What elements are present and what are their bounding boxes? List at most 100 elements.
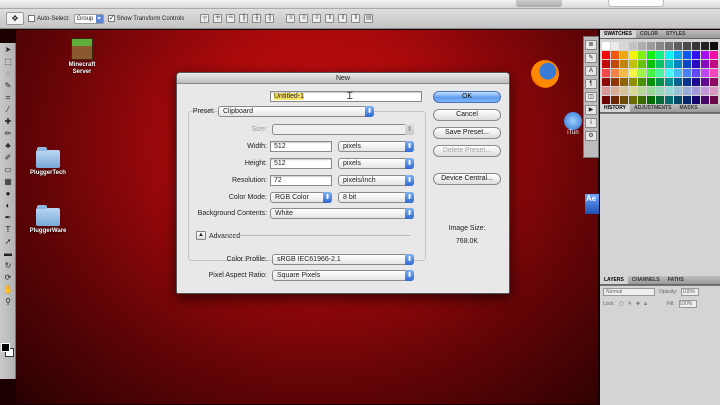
tab-styles[interactable]: STYLES bbox=[662, 30, 689, 38]
path-select-tool-icon[interactable]: ➚ bbox=[1, 236, 15, 247]
color-swatch[interactable] bbox=[710, 87, 718, 95]
color-swatch[interactable] bbox=[629, 96, 637, 104]
lock-transparent-icon[interactable]: ▢ bbox=[619, 301, 624, 307]
color-swatch[interactable] bbox=[647, 42, 655, 50]
desktop-icon-minecraft-server[interactable]: Minecraft Server bbox=[62, 38, 102, 76]
paragraph-panel-icon[interactable]: ¶ bbox=[585, 79, 597, 89]
brushes-panel-icon[interactable]: ✎ bbox=[585, 53, 597, 63]
color-swatch[interactable] bbox=[638, 96, 646, 104]
history-brush-tool-icon[interactable]: ✐ bbox=[1, 152, 15, 163]
color-swatch[interactable] bbox=[665, 78, 673, 86]
resolution-field[interactable]: 72 bbox=[270, 175, 332, 186]
color-swatch[interactable] bbox=[665, 69, 673, 77]
width-unit-dropdown[interactable]: pixels bbox=[338, 141, 414, 152]
desktop-icon-itunes[interactable]: iTun bbox=[564, 112, 582, 140]
tab-layers[interactable]: LAYERS bbox=[600, 276, 628, 284]
tool-presets-panel-icon[interactable]: ⚙ bbox=[585, 131, 597, 141]
color-swatch[interactable] bbox=[602, 78, 610, 86]
width-field[interactable]: 512 bbox=[270, 141, 332, 152]
color-swatch[interactable] bbox=[629, 78, 637, 86]
color-swatch[interactable] bbox=[602, 69, 610, 77]
distribute-right-icon[interactable]: ⦀ bbox=[351, 14, 361, 23]
align-left-icon[interactable]: ╟ bbox=[239, 14, 249, 23]
preset-dropdown[interactable]: Clipboard bbox=[218, 106, 374, 117]
foreground-color-swatch[interactable] bbox=[1, 343, 10, 352]
distribute-left-icon[interactable]: ⦀ bbox=[325, 14, 335, 23]
color-swatch[interactable] bbox=[647, 60, 655, 68]
auto-select-checkbox[interactable] bbox=[28, 15, 35, 22]
lasso-tool-icon[interactable]: ◌ bbox=[1, 68, 15, 79]
color-swatch[interactable] bbox=[620, 69, 628, 77]
align-top-icon[interactable]: ╤ bbox=[200, 14, 210, 23]
advanced-disclosure-icon[interactable]: ▲ bbox=[196, 231, 206, 240]
cancel-button[interactable]: Cancel bbox=[433, 109, 501, 121]
color-swatch[interactable] bbox=[710, 78, 718, 86]
color-swatch[interactable] bbox=[683, 42, 691, 50]
resolution-unit-dropdown[interactable]: pixels/inch bbox=[338, 175, 414, 186]
tab-masks[interactable]: MASKS bbox=[675, 104, 701, 112]
color-swatch[interactable] bbox=[674, 78, 682, 86]
auto-select-option[interactable]: Auto-Select: bbox=[28, 15, 70, 22]
zoom-tool-icon[interactable]: ⚲ bbox=[1, 296, 15, 307]
height-field[interactable]: 512 bbox=[270, 158, 332, 169]
character-panel-icon[interactable]: A bbox=[585, 66, 597, 76]
pixel-aspect-ratio-dropdown[interactable]: Square Pixels bbox=[272, 270, 414, 281]
pen-tool-icon[interactable]: ✒ bbox=[1, 212, 15, 223]
align-hcenter-icon[interactable]: ╫ bbox=[252, 14, 262, 23]
color-swatch[interactable] bbox=[629, 51, 637, 59]
dodge-tool-icon[interactable]: ◐ bbox=[1, 200, 15, 211]
color-swatch[interactable] bbox=[683, 51, 691, 59]
marquee-tool-icon[interactable]: ⬚ bbox=[1, 56, 15, 67]
color-swatch[interactable] bbox=[611, 87, 619, 95]
color-swatch[interactable] bbox=[701, 78, 709, 86]
color-swatch[interactable] bbox=[701, 87, 709, 95]
color-swatch[interactable] bbox=[710, 60, 718, 68]
distribute-bottom-icon[interactable]: ≡ bbox=[312, 14, 322, 23]
color-swatch[interactable] bbox=[602, 51, 610, 59]
color-profile-dropdown[interactable]: sRGB IEC61966-2.1 bbox=[272, 254, 414, 265]
color-swatch[interactable] bbox=[656, 87, 664, 95]
tab-adjustments[interactable]: ADJUSTMENTS bbox=[630, 104, 676, 112]
quick-select-tool-icon[interactable]: ✎ bbox=[1, 80, 15, 91]
color-swatch[interactable] bbox=[620, 60, 628, 68]
color-swatch[interactable] bbox=[620, 42, 628, 50]
blur-tool-icon[interactable]: ● bbox=[1, 188, 15, 199]
type-tool-icon[interactable]: T bbox=[1, 224, 15, 235]
desktop-icon-pluggerware[interactable]: PluggerWare bbox=[26, 205, 70, 234]
color-swatch[interactable] bbox=[710, 42, 718, 50]
auto-select-dropdown[interactable]: Group bbox=[73, 13, 104, 24]
color-swatch[interactable] bbox=[665, 96, 673, 104]
align-right-icon[interactable]: ╢ bbox=[265, 14, 275, 23]
tab-paths[interactable]: PATHS bbox=[664, 276, 688, 284]
crop-tool-icon[interactable]: ⌗ bbox=[1, 92, 15, 103]
opacity-field[interactable]: 100% bbox=[681, 288, 700, 296]
color-swatch[interactable] bbox=[692, 60, 700, 68]
align-vcenter-icon[interactable]: ╪ bbox=[213, 14, 223, 23]
color-swatch[interactable] bbox=[692, 78, 700, 86]
color-swatch[interactable] bbox=[620, 96, 628, 104]
color-swatch[interactable] bbox=[611, 42, 619, 50]
color-swatch[interactable] bbox=[665, 60, 673, 68]
color-swatch[interactable] bbox=[638, 51, 646, 59]
color-swatch[interactable] bbox=[620, 51, 628, 59]
lock-position-icon[interactable]: ✥ bbox=[636, 301, 640, 307]
color-swatch[interactable] bbox=[692, 96, 700, 104]
color-swatch[interactable] bbox=[656, 69, 664, 77]
color-swatch[interactable] bbox=[647, 69, 655, 77]
color-swatch[interactable] bbox=[701, 42, 709, 50]
background-contents-dropdown[interactable]: White bbox=[270, 208, 414, 219]
desktop-icon-pluggertech[interactable]: PluggerTech bbox=[28, 147, 68, 176]
3d-orbit-tool-icon[interactable]: ⟳ bbox=[1, 272, 15, 283]
color-swatch[interactable] bbox=[611, 51, 619, 59]
move-tool-preset-icon[interactable]: ✥ bbox=[6, 12, 24, 25]
color-swatch[interactable] bbox=[602, 60, 610, 68]
color-swatch[interactable] bbox=[656, 51, 664, 59]
color-swatch[interactable] bbox=[647, 87, 655, 95]
color-swatch[interactable] bbox=[683, 78, 691, 86]
distribute-vcenter-icon[interactable]: ≡ bbox=[299, 14, 309, 23]
color-swatch[interactable] bbox=[674, 51, 682, 59]
gradient-tool-icon[interactable]: ▦ bbox=[1, 176, 15, 187]
color-swatch[interactable] bbox=[674, 87, 682, 95]
color-swatch[interactable] bbox=[602, 87, 610, 95]
distribute-top-icon[interactable]: ≡ bbox=[286, 14, 296, 23]
